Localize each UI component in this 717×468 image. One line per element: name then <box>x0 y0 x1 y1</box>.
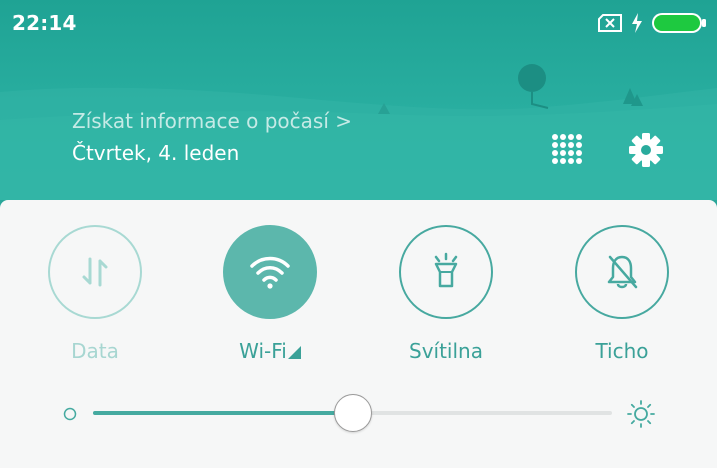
date-label: Čtvrtek, 4. leden <box>72 141 240 165</box>
no-sim-icon <box>598 14 622 32</box>
tile-silent-label: Ticho <box>595 339 649 363</box>
flashlight-icon <box>434 252 458 288</box>
battery-icon <box>652 13 706 33</box>
tile-flashlight-label: Svítilna <box>409 339 483 363</box>
brightness-slider-fill <box>93 411 353 415</box>
brightness-high-icon <box>627 400 655 428</box>
tile-wifi-label: Wi-Fi <box>195 339 345 363</box>
mobile-data-arrows-icon <box>82 257 108 287</box>
tile-wifi[interactable]: Wi-Fi <box>195 225 345 375</box>
bell-muted-icon <box>607 255 638 289</box>
tile-flashlight[interactable]: Svítilna <box>371 225 521 375</box>
tile-silent[interactable]: Ticho <box>547 225 697 375</box>
tile-silent-circle[interactable] <box>575 225 669 319</box>
tile-flashlight-circle[interactable] <box>399 225 493 319</box>
brightness-slider-thumb[interactable] <box>333 394 372 432</box>
weather-info-link[interactable]: Získat informace o počasí > <box>72 109 352 133</box>
status-clock: 22:14 <box>12 11 77 35</box>
brightness-low-icon <box>63 407 77 421</box>
tile-data-label: Data <box>71 339 119 363</box>
notification-header: 22:14 Získat informace o počasí > Čtvrte… <box>0 0 717 200</box>
tile-wifi-circle[interactable] <box>223 225 317 319</box>
tile-data-circle[interactable] <box>48 225 142 319</box>
wifi-icon <box>250 256 290 289</box>
charging-bolt-icon <box>632 13 642 33</box>
app-grid-icon[interactable] <box>551 133 583 165</box>
status-icons <box>597 11 707 35</box>
tile-data[interactable]: Data <box>20 225 170 375</box>
settings-gear-icon[interactable] <box>627 131 665 169</box>
wifi-signal-indicator-icon <box>287 346 301 359</box>
brightness-slider[interactable] <box>93 394 612 432</box>
quick-settings-panel: Data Wi-Fi Svítilna Ticho <box>0 200 717 468</box>
